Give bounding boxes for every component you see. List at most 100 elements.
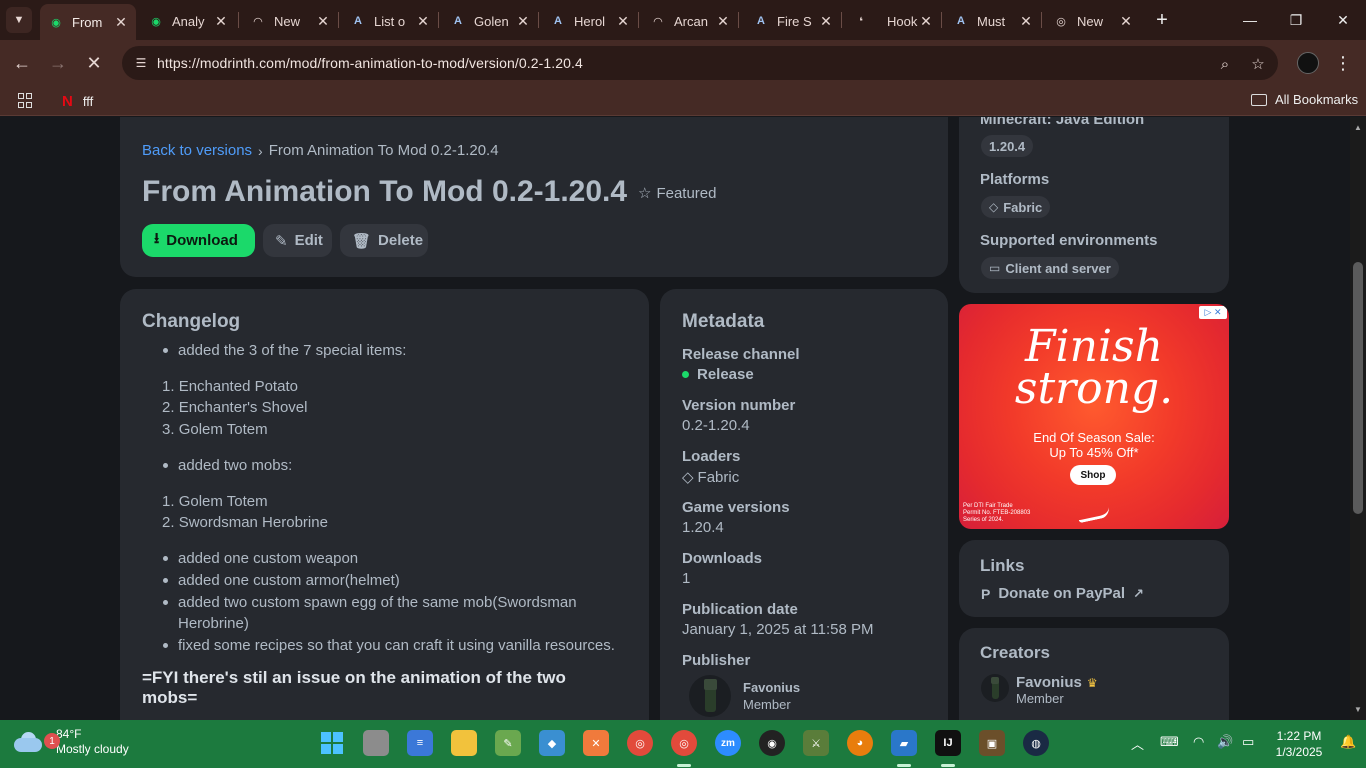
donate-paypal-link[interactable]: P Donate on PayPal ↗ (981, 585, 1144, 602)
scroll-up-icon[interactable]: ▲ (1353, 123, 1363, 133)
minecraft-icon[interactable]: ▣ (979, 730, 1005, 756)
tab-from-animation[interactable]: ◉ From ✕ (40, 4, 136, 40)
chrome-profile-icon[interactable]: ◎ (671, 730, 697, 756)
creeper-app-icon[interactable]: ⚔ (803, 730, 829, 756)
scrollbar-thumb[interactable] (1353, 262, 1363, 514)
changelog-heading: Changelog (142, 311, 241, 332)
keyboard-icon[interactable]: ⌨ (1160, 734, 1179, 750)
page-scrollbar[interactable]: ▲ ▼ (1350, 117, 1366, 720)
restore-button[interactable]: ❐ (1281, 8, 1311, 32)
back-to-versions-link[interactable]: Back to versions (142, 142, 252, 159)
site-info-icon[interactable]: ☰ (130, 52, 152, 74)
ad-headline: Finish strong. (959, 325, 1229, 411)
tab-must[interactable]: A Must ✕ (945, 6, 1041, 36)
publisher-name[interactable]: Favonius (743, 680, 800, 695)
apps-grid-icon[interactable] (18, 93, 34, 109)
tab-herobrine[interactable]: A Herol ✕ (542, 6, 638, 36)
active-app-indicator (941, 764, 955, 767)
scroll-down-icon[interactable]: ▼ (1353, 705, 1363, 715)
blender-icon[interactable]: ◕ (847, 730, 873, 756)
close-icon[interactable]: ✕ (416, 13, 430, 30)
creator-role: Member (1016, 691, 1064, 706)
tab-hook[interactable]: ❛ Hook ✕ (845, 6, 941, 36)
modrinth-icon: ◉ (151, 15, 161, 28)
minecraft-launcher-icon[interactable]: ✎ (495, 730, 521, 756)
back-button[interactable]: ← (9, 50, 35, 76)
tab-arcane[interactable]: ◠ Arcan ✕ (642, 6, 738, 36)
notifications-icon[interactable]: 🔔 (1340, 734, 1356, 750)
bookmark-fff[interactable]: N fff (62, 93, 93, 110)
tab-new-1[interactable]: ◠ New ✕ (242, 6, 338, 36)
xampp-icon[interactable]: ✕ (583, 730, 609, 756)
tab-analy[interactable]: ◉ Analy ✕ (140, 6, 236, 36)
tab-separator (941, 12, 942, 28)
publisher-avatar[interactable] (689, 675, 731, 717)
close-icon[interactable]: ✕ (819, 13, 833, 30)
stop-button[interactable]: ✕ (81, 50, 107, 76)
url-text[interactable]: https://modrinth.com/mod/from-animation-… (157, 55, 583, 71)
close-icon[interactable]: ✕ (716, 13, 730, 30)
advertisement[interactable]: ▷ ✕ Finish strong. End Of Season Sale: U… (959, 304, 1229, 529)
bookmark-star-icon[interactable]: ☆ (1247, 53, 1269, 75)
tab-strip: ▼ ◉ From ✕ ◉ Analy ✕ ◠ New ✕ A List o ✕ … (0, 0, 1366, 40)
windows-start-icon[interactable] (319, 730, 345, 756)
tab-golem[interactable]: A Golen ✕ (442, 6, 538, 36)
creator-name-row[interactable]: Favonius ♛ (1016, 674, 1098, 691)
tab-title: Fire S (777, 13, 812, 29)
tab-search-button[interactable]: ▼ (6, 7, 32, 33)
cube-app-icon[interactable]: ◆ (539, 730, 565, 756)
close-icon[interactable]: ✕ (919, 13, 933, 30)
close-icon[interactable]: ✕ (1119, 13, 1133, 30)
file-explorer-icon[interactable] (451, 730, 477, 756)
close-icon[interactable]: ✕ (1019, 13, 1033, 30)
tray-overflow-icon[interactable]: ︿ (1131, 734, 1144, 753)
menu-icon[interactable]: ⋮ (1332, 52, 1354, 74)
loading-spinner-icon: ◠ (253, 15, 263, 28)
close-icon[interactable]: ✕ (516, 13, 530, 30)
delete-button[interactable]: 🗑 Delete (340, 224, 428, 257)
tab-separator (841, 12, 842, 28)
close-icon[interactable]: ✕ (214, 13, 228, 30)
address-bar[interactable]: ☰ https://modrinth.com/mod/from-animatio… (122, 46, 1278, 80)
adchoices-icon[interactable]: ▷ ✕ (1199, 306, 1227, 319)
close-icon[interactable]: ✕ (114, 14, 128, 31)
tab-separator (238, 12, 239, 28)
close-window-button[interactable]: ✕ (1328, 8, 1358, 32)
featured-toggle[interactable]: ☆ Featured (638, 184, 717, 203)
chrome-icon[interactable]: ◎ (627, 730, 653, 756)
steam-icon[interactable]: ◍ (1023, 730, 1049, 756)
new-tab-button[interactable]: + (1150, 8, 1174, 32)
system-clock[interactable]: 1:22 PM 1/3/2025 (1266, 728, 1332, 760)
modrinth-icon: ◉ (51, 16, 61, 29)
zoom-app-icon[interactable]: zm (715, 730, 741, 756)
battery-icon[interactable]: ▭ (1242, 734, 1254, 750)
wiki-icon: A (354, 15, 362, 27)
close-icon[interactable]: ✕ (316, 13, 330, 30)
intellij-icon[interactable]: IJ (935, 730, 961, 756)
all-bookmarks-button[interactable]: All Bookmarks (1251, 92, 1358, 107)
forward-button[interactable]: → (45, 50, 71, 76)
tab-title: Arcan (674, 13, 708, 29)
edit-button[interactable]: ✎ Edit (263, 224, 332, 257)
blockbench-icon[interactable]: ▰ (891, 730, 917, 756)
creator-avatar[interactable] (981, 674, 1009, 702)
tab-list-of[interactable]: A List o ✕ (342, 6, 438, 36)
obs-icon[interactable]: ◉ (759, 730, 785, 756)
volume-icon[interactable]: 🔊 (1217, 734, 1233, 750)
folder-icon (1251, 93, 1267, 106)
close-icon[interactable]: ✕ (616, 13, 630, 30)
wifi-icon[interactable]: ◠ (1193, 734, 1204, 750)
profile-avatar[interactable] (1297, 52, 1319, 74)
ad-shop-button[interactable]: Shop (1070, 465, 1116, 485)
task-view-icon[interactable] (363, 730, 389, 756)
tab-fire[interactable]: A Fire S ✕ (745, 6, 841, 36)
avatar-head (704, 679, 717, 691)
download-button[interactable]: ⭳ Download (142, 224, 255, 257)
notepad-icon[interactable]: ≡ (407, 730, 433, 756)
list-item: added two mobs: (178, 457, 293, 474)
tab-separator (1041, 12, 1042, 28)
tab-new-2[interactable]: ◎ New ✕ (1045, 6, 1141, 36)
weather-widget[interactable]: 1 84°F Mostly cloudy (14, 727, 129, 757)
minimize-button[interactable]: — (1235, 8, 1265, 32)
zoom-icon[interactable]: ⌕ (1214, 53, 1236, 75)
